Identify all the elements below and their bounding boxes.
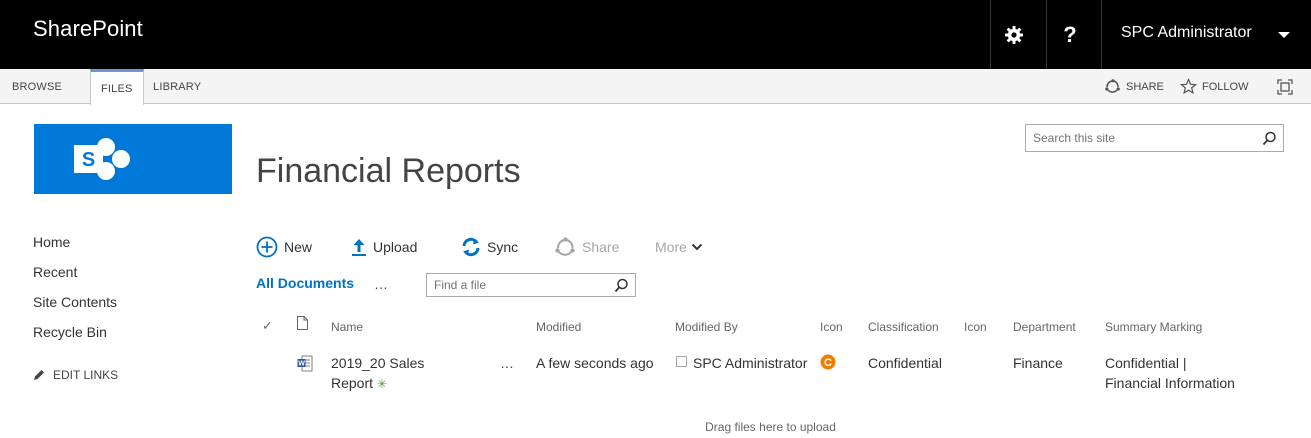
select-all-checkbox[interactable]: ✓ [262,318,273,334]
summary-marking-value: Financial Information [1105,375,1235,391]
more-button[interactable]: More [655,234,703,260]
new-button[interactable]: New [256,234,312,260]
column-header-classification[interactable]: Classification [868,320,939,334]
share-label: SHARE [1126,80,1164,93]
star-icon [1180,78,1197,95]
follow-label: FOLLOW [1202,80,1249,93]
share-button[interactable]: Share [554,234,619,260]
column-header-name[interactable]: Name [331,320,363,334]
help-icon: ? [1063,21,1077,47]
gear-icon [1005,25,1023,44]
file-name-line2: Report [331,375,374,391]
word-document-icon: W [297,355,313,372]
department-value: Finance [1013,355,1063,371]
follow-button[interactable]: FOLLOW [1180,69,1248,104]
item-menu-button[interactable]: … [500,353,514,373]
suite-bar: SharePoint ? SPC Administrator [0,0,1311,69]
site-logo[interactable]: S [34,124,232,194]
user-menu[interactable]: SPC Administrator [1121,24,1252,42]
app-brand[interactable]: SharePoint [33,16,143,42]
summary-marking-value: Confidential | [1105,355,1187,371]
new-item-icon: ✳ [376,377,387,391]
find-file-box [426,273,636,297]
nav-item-home[interactable]: Home [33,232,117,262]
svg-text:W: W [298,361,305,368]
share-icon [1105,79,1120,93]
classification-badge-icon: C [820,354,836,370]
suite-bar-divider [1101,0,1102,69]
column-header-modified-by[interactable]: Modified By [675,320,738,334]
chevron-down-icon [691,243,703,251]
page-title: Financial Reports [256,152,521,190]
view-all-documents[interactable]: All Documents [256,275,354,291]
search-input[interactable] [1026,125,1246,151]
sync-label: Sync [487,239,519,255]
sharepoint-logo-icon: S [74,138,130,180]
upload-label: Upload [373,239,418,255]
nav-item-site-contents[interactable]: Site Contents [33,292,117,322]
help-button[interactable]: ? [1046,0,1094,69]
ribbon-bar: BROWSE FILES LIBRARY SHARE FOLLOW [0,69,1311,105]
column-header-icon[interactable]: Icon [820,320,843,334]
edit-links-label: EDIT LINKS [53,368,119,382]
classification-value: Confidential [868,355,942,371]
file-type-icon[interactable] [297,316,308,330]
site-search [1025,124,1284,152]
tab-files[interactable]: FILES [90,69,144,105]
column-header-summary-marking[interactable]: Summary Marking [1105,320,1202,334]
file-name-link[interactable]: Report ✳ [331,373,387,394]
tab-library[interactable]: LIBRARY [143,69,211,104]
caret-down-icon[interactable] [1278,32,1290,38]
more-label: More [655,239,687,255]
search-icon[interactable] [614,278,629,293]
share-icon [555,237,575,256]
tab-browse[interactable]: BROWSE [2,69,72,104]
quick-launch: Home Recent Site Contents Recycle Bin [33,232,117,352]
pencil-icon [34,370,44,380]
share-label: Share [582,239,620,255]
share-page-button[interactable]: SHARE [1104,69,1164,104]
upload-button[interactable]: Upload [351,234,417,260]
modified-by-link[interactable]: SPC Administrator [693,353,807,373]
sync-button[interactable]: Sync [461,234,518,260]
column-header-modified[interactable]: Modified [536,320,581,334]
find-file-input[interactable] [427,274,607,296]
modified-value: A few seconds ago [536,355,654,371]
presence-indicator [676,356,687,367]
upload-icon [352,239,366,256]
column-header-icon[interactable]: Icon [964,320,987,334]
plus-circle-icon [256,236,278,258]
edit-links-button[interactable]: EDIT LINKS [33,368,118,382]
settings-button[interactable] [990,0,1038,69]
focus-mode-button[interactable] [1277,69,1293,104]
new-label: New [284,239,313,255]
focus-icon [1277,78,1293,95]
view-options-button[interactable]: … [374,276,389,292]
logo-letter: S [82,149,95,171]
search-icon[interactable] [1262,131,1277,146]
file-name-link[interactable]: 2019_20 Sales [331,353,424,373]
sync-icon [462,237,480,257]
column-header-department[interactable]: Department [1013,320,1076,334]
classification-badge-letter: C [824,357,832,369]
nav-item-recent[interactable]: Recent [33,262,117,292]
nav-item-recycle-bin[interactable]: Recycle Bin [33,322,117,352]
drag-drop-hint: Drag files here to upload [705,420,836,434]
